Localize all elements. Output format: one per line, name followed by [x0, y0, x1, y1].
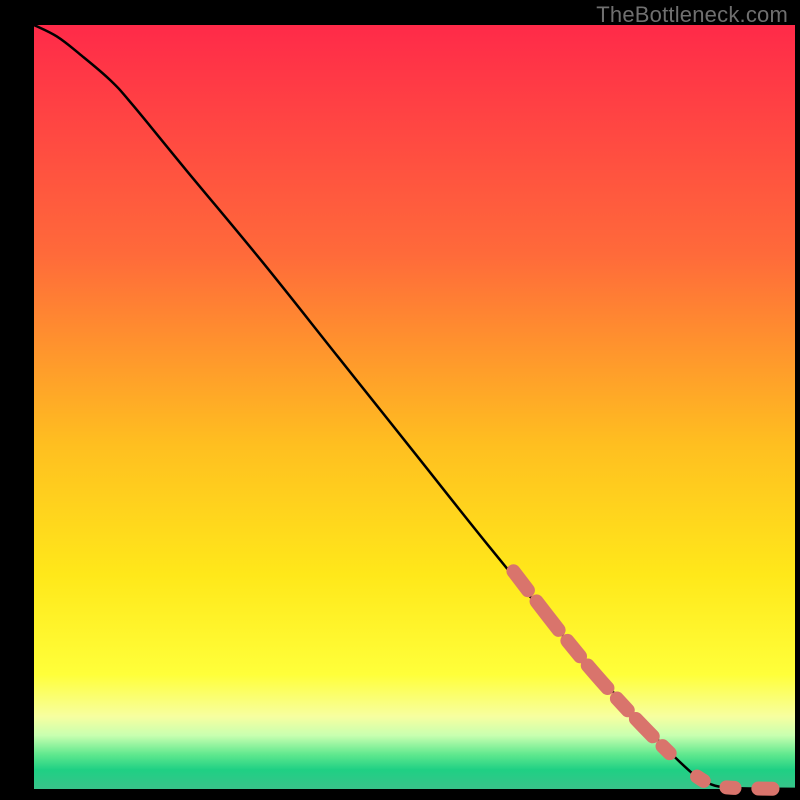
- chart-svg: [0, 0, 800, 800]
- plot-background: [34, 25, 795, 789]
- chart-container: TheBottleneck.com: [0, 0, 800, 800]
- watermark-text: TheBottleneck.com: [596, 2, 788, 28]
